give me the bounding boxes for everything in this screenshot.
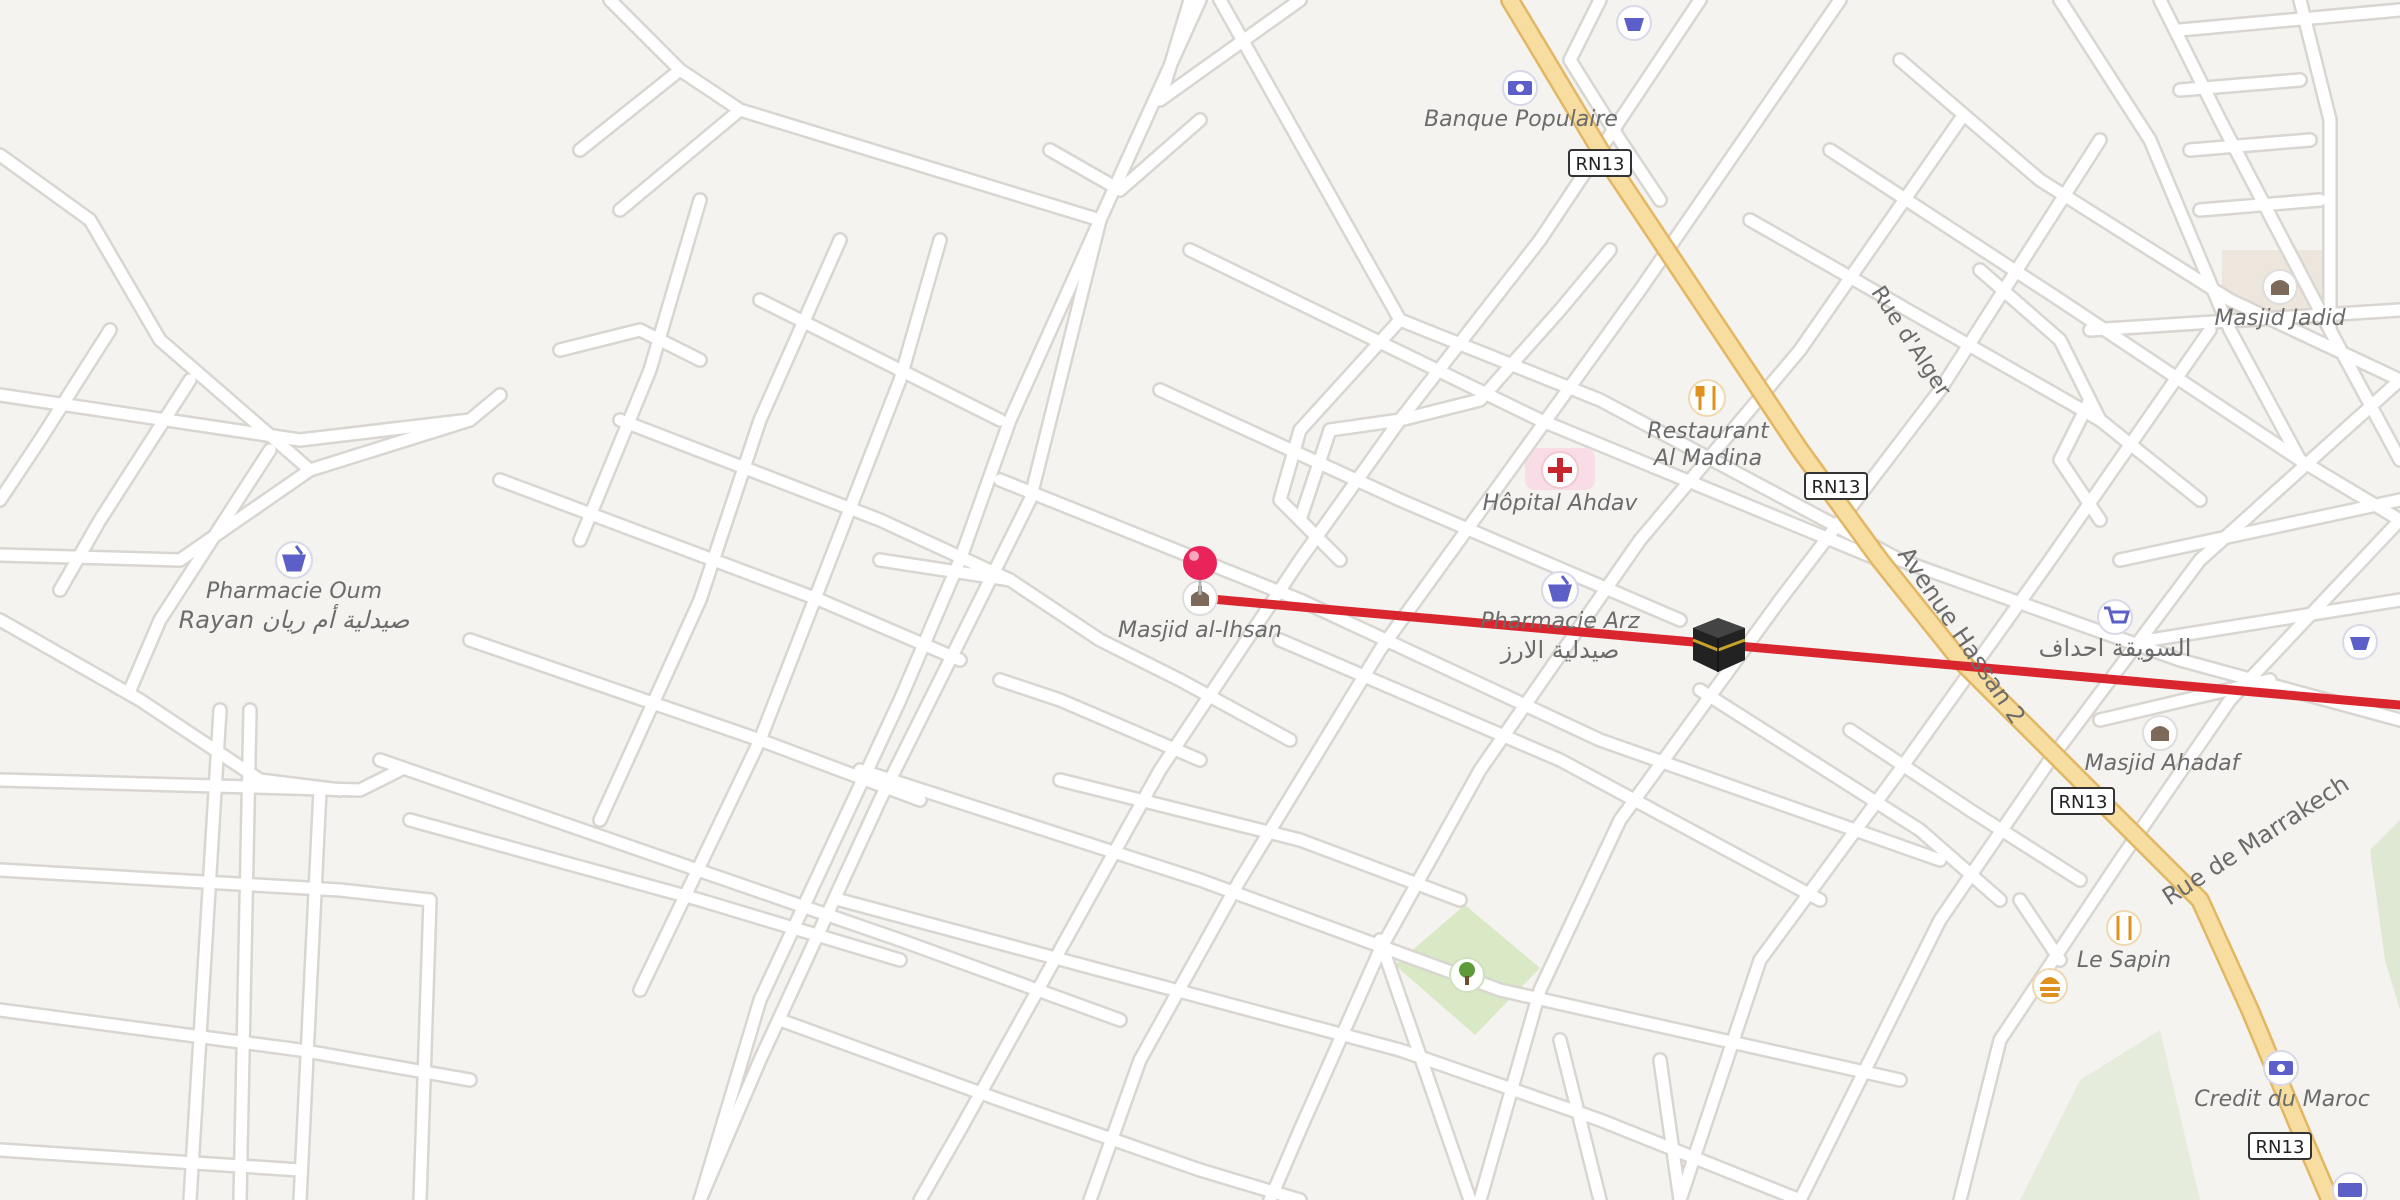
burger-icon [2032, 968, 2068, 1004]
poi-basket-top[interactable] [1616, 5, 1652, 41]
svg-text:RN13: RN13 [2059, 792, 2108, 813]
svg-text:RN13: RN13 [2256, 1137, 2305, 1158]
poi-bank-bottom-right[interactable] [2332, 1172, 2368, 1200]
fork-knife-icon [2106, 910, 2142, 946]
poi-fast-food[interactable] [2032, 968, 2068, 1004]
poi-label: Banque Populaire [1424, 107, 1618, 132]
poi-label: Masjid al-Ihsan [1118, 618, 1282, 643]
road-shield: RN13 [1568, 149, 1632, 177]
poi-label: Restaurant [1647, 419, 1770, 444]
poi-label: Al Madina [1652, 446, 1762, 471]
svg-text:RN13: RN13 [1812, 477, 1861, 498]
poi-park[interactable] [1449, 957, 1485, 993]
map-canvas[interactable]: Rue d'Alger Avenue Hassan 2 Rue de Marra… [0, 0, 2400, 1200]
poi-label: Rayan صيدلية أم ريان [179, 604, 410, 634]
poi-label: Pharmacie Arz [1480, 609, 1639, 634]
svg-text:RN13: RN13 [1576, 154, 1625, 175]
poi-label: Masjid Jadid [2214, 306, 2346, 331]
poi-label: Credit du Maroc [2194, 1087, 2370, 1112]
poi-basket-right[interactable] [2342, 624, 2378, 660]
road-shield: RN13 [2248, 1132, 2312, 1160]
poi-label: السويقة احداف [2039, 634, 2192, 662]
poi-label: Le Sapin [2077, 948, 2171, 973]
poi-label: Pharmacie Oum [206, 579, 382, 604]
fork-knife-icon [1688, 379, 1726, 417]
poi-label: صيدلية الارز [1500, 636, 1620, 664]
poi-label: Masjid Ahadaf [2085, 751, 2243, 776]
road-shield: RN13 [2051, 787, 2115, 815]
road-shield: RN13 [1804, 472, 1868, 500]
poi-label: Hôpital Ahdav [1483, 491, 1639, 516]
